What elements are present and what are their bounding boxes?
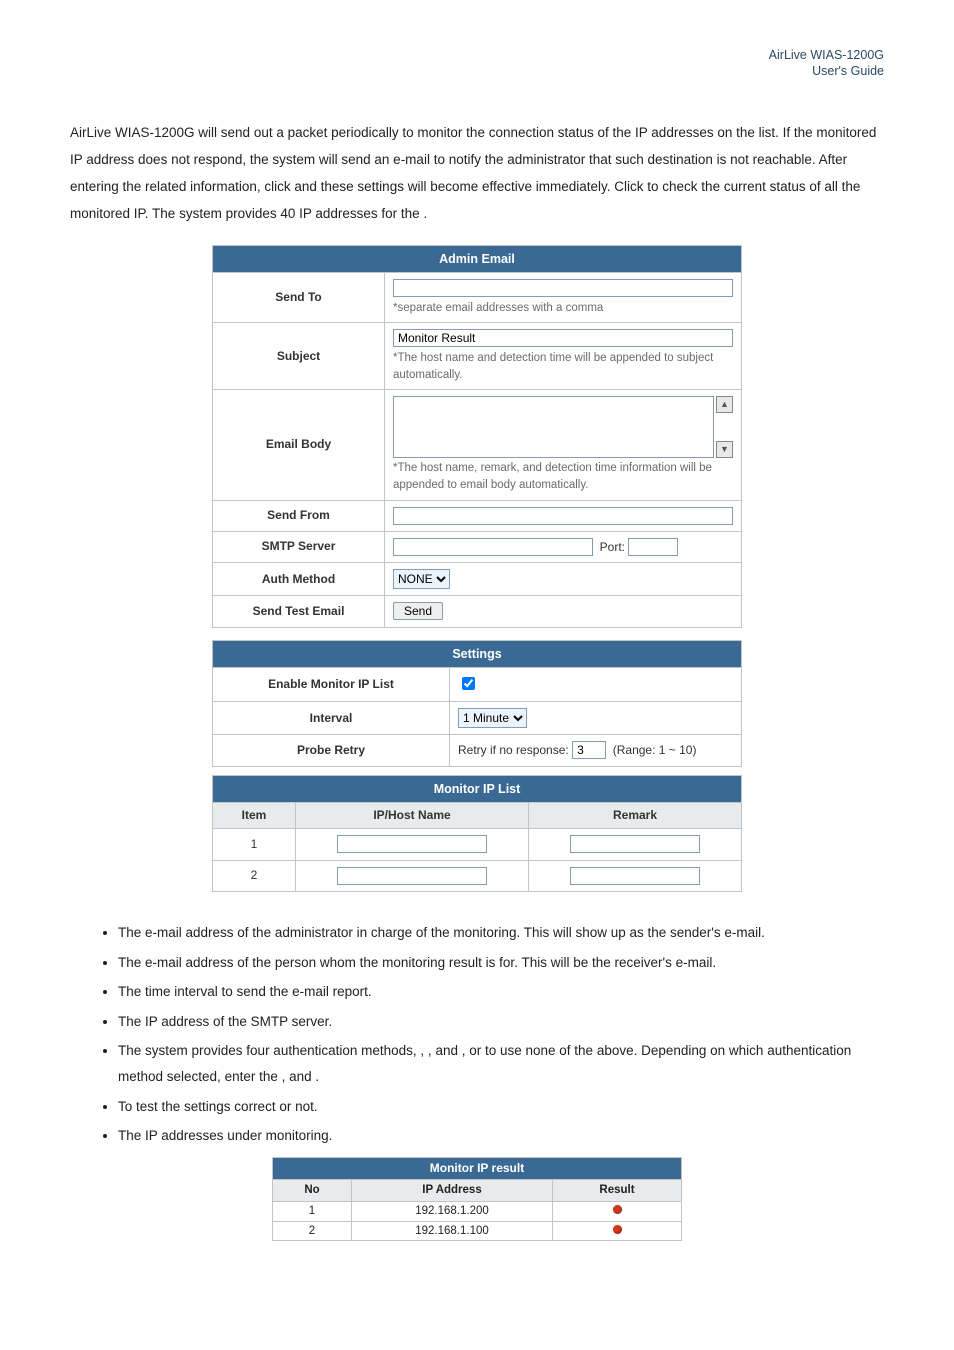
iplist-h-item: Item	[213, 802, 296, 828]
interval-select[interactable]: 1 Minute	[458, 708, 527, 728]
subject-input[interactable]	[393, 329, 733, 347]
table-row: 2 192.168.1.100	[273, 1221, 682, 1241]
port-label: Port:	[600, 540, 625, 554]
result-caption: Monitor IP result	[273, 1158, 682, 1180]
retry-prefix: Retry if no response:	[458, 743, 569, 757]
result-ip: 192.168.1.100	[352, 1221, 553, 1241]
iplist-remark-input[interactable]	[570, 867, 700, 885]
settings-caption: Settings	[213, 640, 742, 667]
sendto-input[interactable]	[393, 279, 733, 297]
result-ip: 192.168.1.200	[352, 1202, 553, 1222]
admin-email-table: Admin Email Send To *separate email addr…	[212, 245, 742, 627]
result-h-ip: IP Address	[352, 1180, 553, 1202]
retry-range: (Range: 1 ~ 10)	[613, 743, 697, 757]
subject-hint: *The host name and detection time will b…	[393, 350, 733, 383]
settings-table: Settings Enable Monitor IP List Interval…	[212, 640, 742, 767]
enable-checkbox[interactable]	[462, 677, 475, 690]
body-label: Email Body	[213, 390, 385, 500]
list-item: The time interval to send the e-mail rep…	[118, 977, 884, 1007]
monitor-ip-result-table: Monitor IP result No IP Address Result 1…	[272, 1157, 682, 1241]
list-item: The e-mail address of the administrator …	[118, 918, 884, 948]
list-item: The e-mail address of the person whom th…	[118, 948, 884, 978]
sendfrom-input[interactable]	[393, 507, 733, 525]
bullet-list: The e-mail address of the administrator …	[90, 918, 884, 1151]
header-doc: User's Guide	[70, 64, 884, 80]
result-no: 2	[273, 1221, 352, 1241]
list-item: The system provides four authentication …	[118, 1036, 884, 1091]
body-textarea[interactable]	[393, 396, 714, 458]
table-row: 2	[213, 860, 742, 891]
iplist-h-name: IP/Host Name	[296, 802, 529, 828]
subject-label: Subject	[213, 323, 385, 390]
auth-label: Auth Method	[213, 563, 385, 596]
auth-select[interactable]: NONE	[393, 569, 450, 589]
sendto-hint: *separate email addresses with a comma	[393, 300, 733, 317]
intro-paragraph: AirLive WIAS-1200G will send out a packe…	[70, 119, 884, 227]
test-label: Send Test Email	[213, 596, 385, 627]
monitor-ip-list-table: Monitor IP List Item IP/Host Name Remark…	[212, 775, 742, 892]
send-test-button[interactable]: Send	[393, 602, 443, 620]
iplist-item: 2	[213, 860, 296, 891]
page-header: AirLive WIAS-1200G User's Guide	[70, 48, 884, 79]
status-dot-icon	[613, 1205, 622, 1214]
iplist-item: 1	[213, 829, 296, 860]
iplist-name-input[interactable]	[337, 867, 487, 885]
retry-label: Probe Retry	[213, 735, 450, 766]
admin-email-caption: Admin Email	[213, 246, 742, 273]
list-item: The IP address of the SMTP server.	[118, 1007, 884, 1037]
table-row: 1	[213, 829, 742, 860]
smtp-input[interactable]	[393, 538, 593, 556]
iplist-name-input[interactable]	[337, 835, 487, 853]
smtp-label: SMTP Server	[213, 531, 385, 562]
interval-label: Interval	[213, 702, 450, 735]
iplist-caption: Monitor IP List	[213, 775, 742, 802]
iplist-remark-input[interactable]	[570, 835, 700, 853]
list-item: The IP addresses under monitoring.	[118, 1121, 884, 1151]
sendfrom-label: Send From	[213, 500, 385, 531]
iplist-h-remark: Remark	[529, 802, 742, 828]
scroll-down-icon[interactable]: ▼	[716, 441, 733, 458]
enable-label: Enable Monitor IP List	[213, 667, 450, 701]
sendto-label: Send To	[213, 273, 385, 323]
status-dot-icon	[613, 1225, 622, 1234]
header-product: AirLive WIAS-1200G	[70, 48, 884, 64]
body-hint: *The host name, remark, and detection ti…	[393, 460, 733, 493]
retry-input[interactable]	[572, 741, 606, 759]
table-row: 1 192.168.1.200	[273, 1202, 682, 1222]
scroll-up-icon[interactable]: ▲	[716, 396, 733, 413]
list-item: To test the settings correct or not.	[118, 1092, 884, 1122]
port-input[interactable]	[628, 538, 678, 556]
result-h-result: Result	[553, 1180, 682, 1202]
result-no: 1	[273, 1202, 352, 1222]
result-h-no: No	[273, 1180, 352, 1202]
